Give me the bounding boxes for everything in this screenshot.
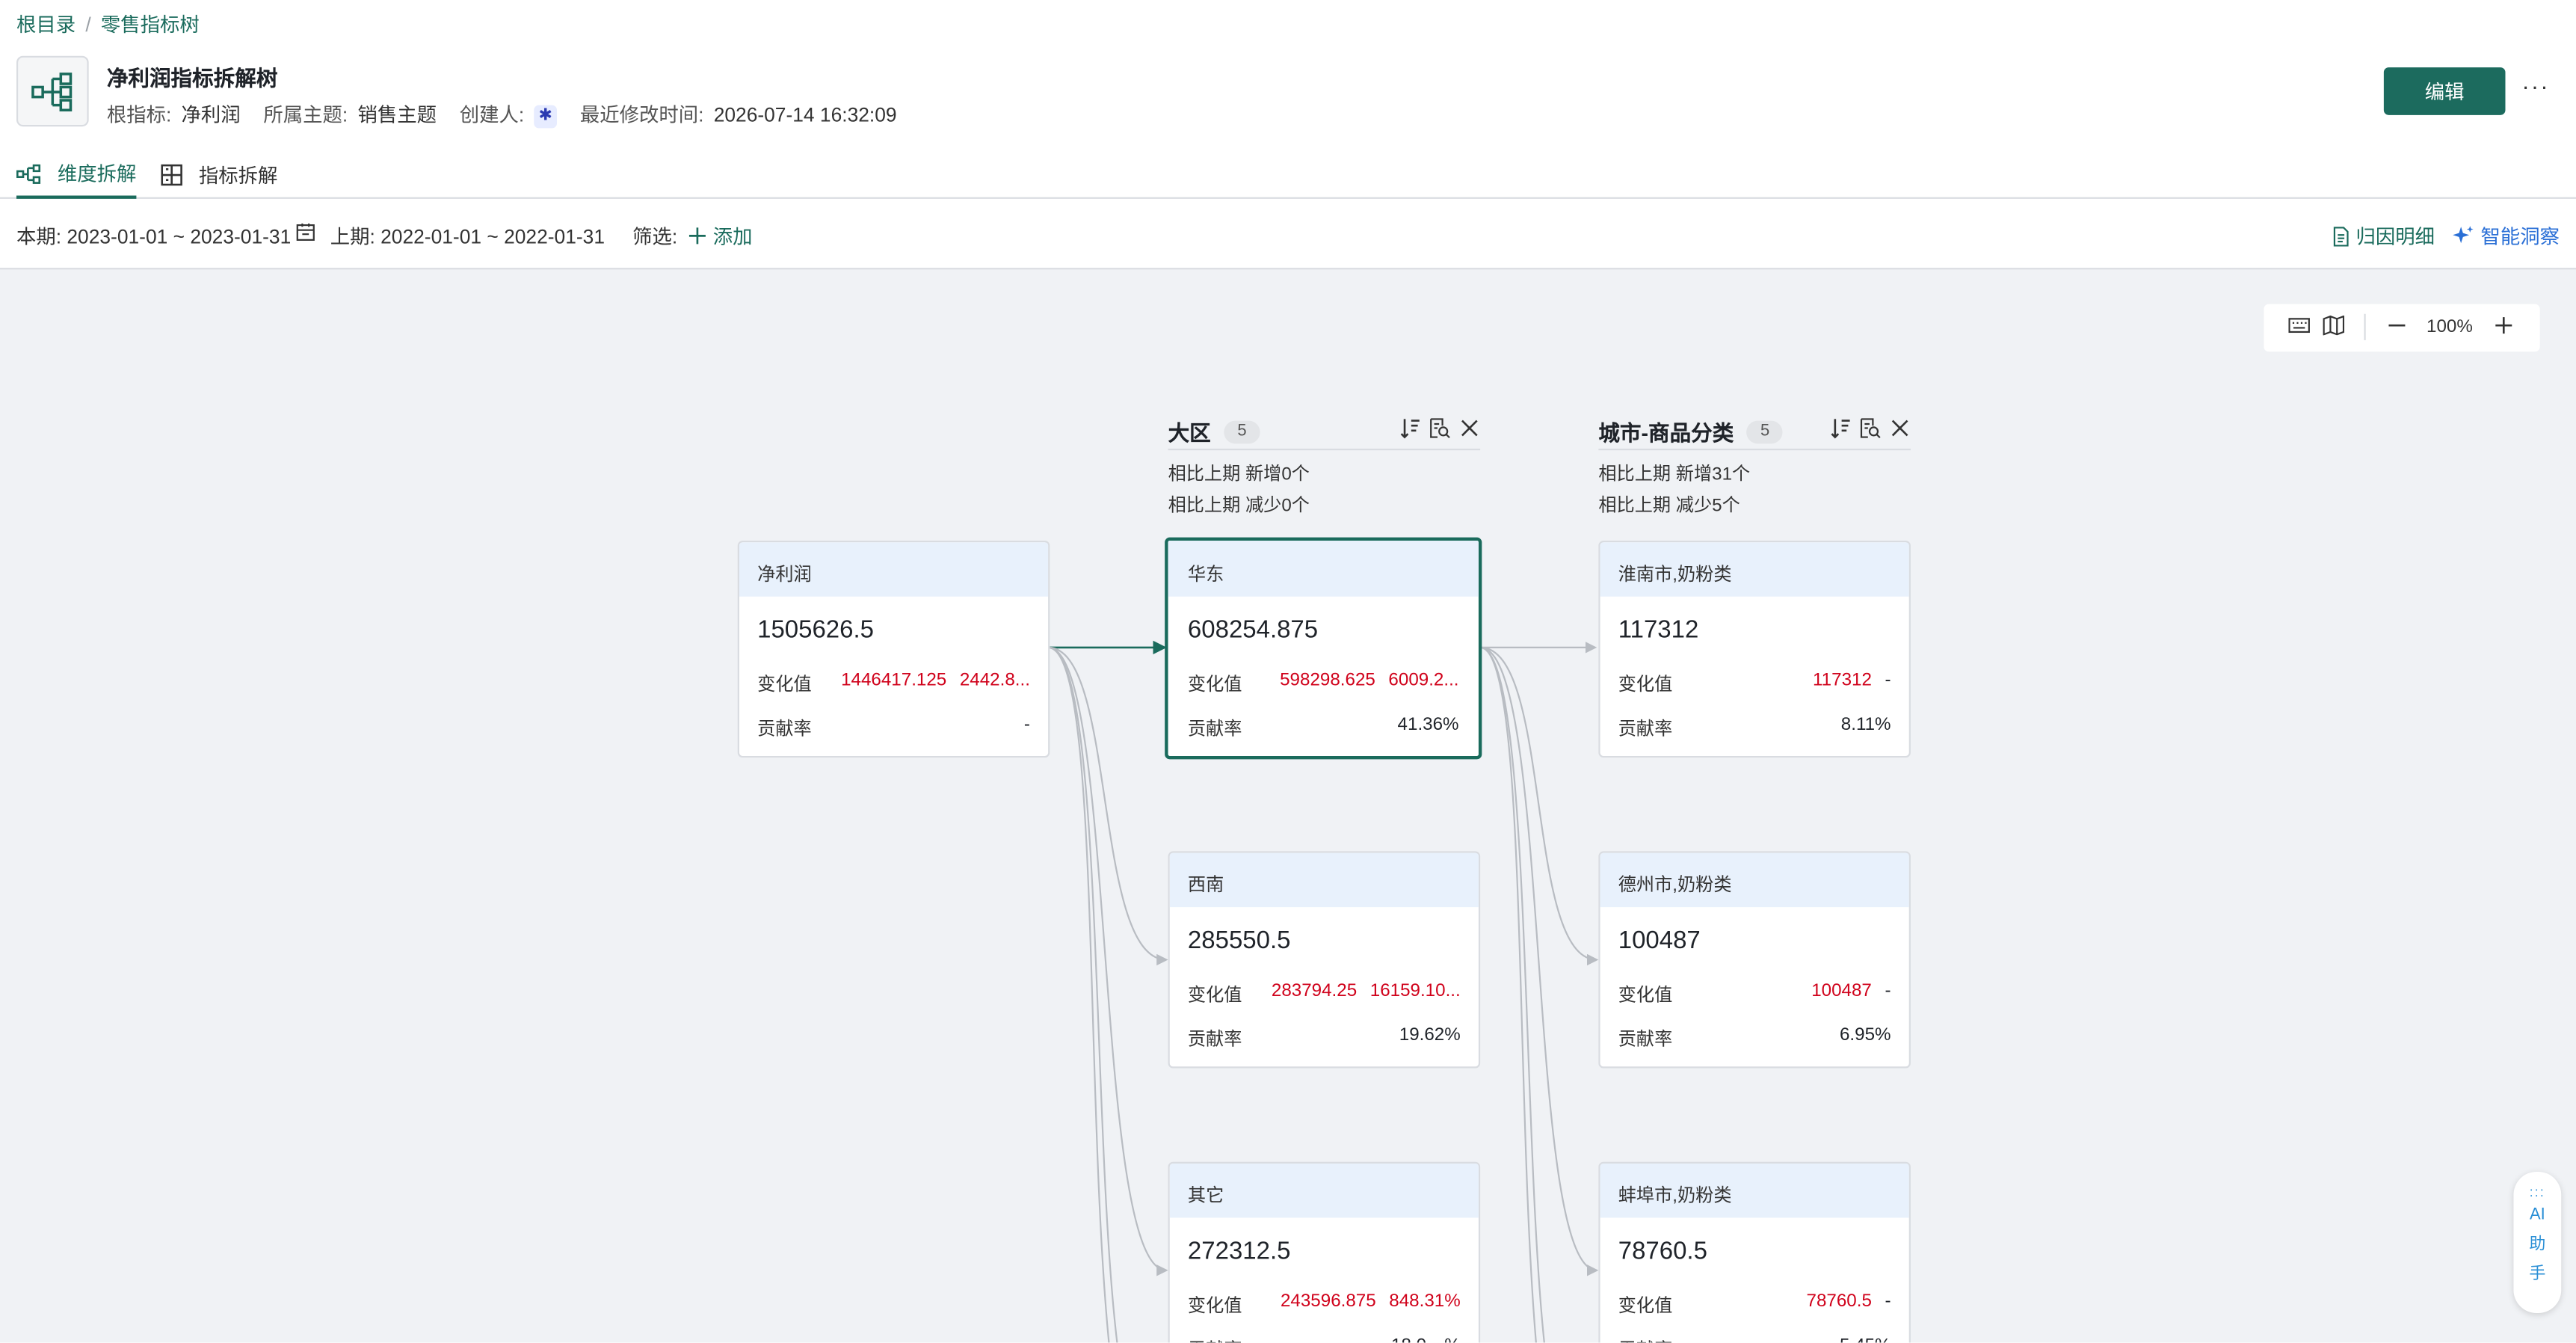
document-icon — [2333, 226, 2349, 246]
metric-card-city[interactable]: 淮南市,奶粉类 117312 变化值 117312- 贡献率 8.11% — [1598, 541, 1911, 758]
metric-card-city[interactable]: 蚌埠市,奶粉类 78760.5 变化值78760.5- 贡献率5.45% — [1598, 1161, 1911, 1343]
column-header-city-category: 城市-商品分类 5 相比上期 新增31个 相比上期 减少5个 — [1598, 416, 1911, 516]
tree-icon — [16, 163, 41, 183]
metric-card-region[interactable]: 其它 272312.5 变化值243596.875848.31% 贡献率18.0… — [1168, 1161, 1481, 1343]
close-icon[interactable] — [1889, 417, 1911, 439]
current-period-picker[interactable]: 本期: 2023-01-01 ~ 2023-01-31 — [16, 222, 291, 250]
meta-row: 根指标: 净利润 所属主题: 销售主题 创建人: ✱ 最近修改时间: 2026-07-1… — [106, 100, 897, 129]
breadcrumb-separator: / — [85, 12, 91, 36]
modified-meta: 最近修改时间: 2026-07-14 16:32:09 — [579, 103, 897, 127]
search-detail-icon[interactable] — [1429, 417, 1451, 439]
drag-handle-icon: ::: — [2529, 1184, 2545, 1200]
creator-meta: 创建人: ✱ — [460, 100, 558, 129]
avatar: ✱ — [534, 105, 558, 129]
topic-meta: 所属主题: 销售主题 — [263, 103, 437, 127]
metric-card-root[interactable]: 净利润 1505626.5 变化值 1446417.125 2442.8... 贡献… — [737, 541, 1050, 758]
calendar-icon[interactable] — [296, 222, 315, 242]
sort-icon[interactable] — [1399, 417, 1421, 439]
more-options-button[interactable]: ··· — [2521, 73, 2549, 99]
tab-dimension-breakdown[interactable]: 维度拆解 — [16, 151, 136, 199]
metric-value: 1505626.5 — [757, 616, 874, 645]
ai-assistant-label: AI 助手 — [2529, 1206, 2546, 1284]
edit-button[interactable]: 编辑 — [2383, 67, 2506, 115]
prev-period-picker[interactable]: 上期: 2022-01-01 ~ 2022-01-31 — [330, 222, 605, 250]
breadcrumb: 根目录 / 零售指标树 — [16, 10, 200, 37]
page-title: 净利润指标拆解树 — [106, 65, 278, 90]
ai-assistant-button[interactable]: ::: AI 助手 — [2513, 1171, 2562, 1313]
root-metric-meta: 根指标: 净利润 — [106, 103, 241, 127]
breadcrumb-current[interactable]: 零售指标树 — [101, 10, 200, 37]
tab-metric-breakdown[interactable]: 指标拆解 — [161, 151, 277, 199]
metric-card-region[interactable]: 西南 285550.5 变化值 283794.25 16159.10... 贡献率 1… — [1168, 851, 1481, 1069]
plus-icon — [688, 227, 706, 245]
add-filter-button[interactable]: 添加 — [688, 222, 753, 250]
count-badge: 5 — [1224, 420, 1260, 443]
metric-card-region[interactable]: 华东 608254.875 变化值 598298.625 6009.2... 贡献率… — [1165, 537, 1482, 760]
smart-insight-button[interactable]: 智能洞察 — [2453, 222, 2560, 250]
breadcrumb-root[interactable]: 根目录 — [16, 10, 76, 37]
tree-canvas[interactable]: 100% 大区 5 相比上期 新增0个 相比上期 减少0个 城市-商品分类 5 … — [0, 269, 2576, 1343]
search-detail-icon[interactable] — [1860, 417, 1882, 439]
count-badge: 5 — [1746, 420, 1784, 443]
tree-logo-icon — [16, 55, 89, 127]
metric-card-city[interactable]: 德州市,奶粉类 100487 变化值 100487- 贡献率 6.95% — [1598, 851, 1911, 1069]
header-divider — [1168, 448, 1481, 451]
column-header-region: 大区 5 相比上期 新增0个 相比上期 减少0个 — [1168, 416, 1481, 516]
tab-bar: 维度拆解 指标拆解 — [0, 151, 2576, 199]
attribution-detail-button[interactable]: 归因明细 — [2333, 222, 2435, 250]
sparkle-icon — [2453, 226, 2474, 244]
filter-bar: 本期: 2023-01-01 ~ 2023-01-31 上期: 2022-01-… — [0, 198, 2576, 270]
grid-icon — [161, 164, 182, 186]
filter-label: 筛选: — [632, 225, 678, 248]
sort-icon[interactable] — [1830, 417, 1852, 439]
header-divider — [1598, 448, 1911, 451]
close-icon[interactable] — [1459, 417, 1481, 439]
